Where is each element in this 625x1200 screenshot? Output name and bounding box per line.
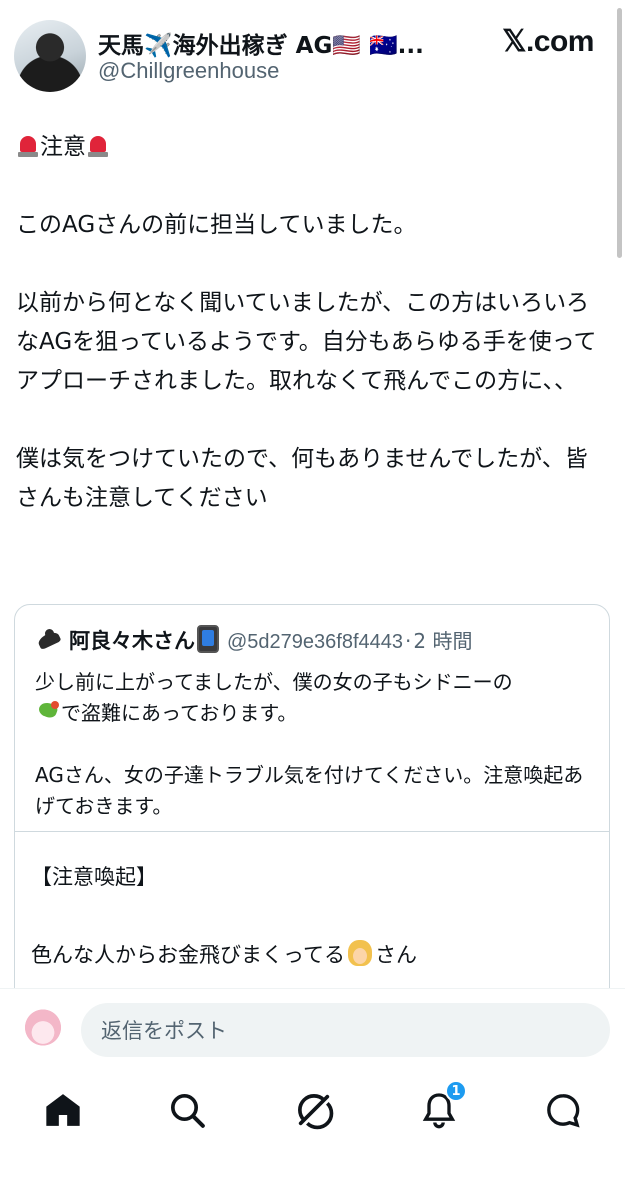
quote-header: 阿良々木さん @5d279e36f8f4443 · 2 時間: [35, 625, 472, 655]
phone-icon: [197, 625, 219, 653]
notifications-tab[interactable]: 1: [419, 1080, 467, 1130]
section-text-after: さん: [374, 943, 417, 967]
quote-timestamp: 2 時間: [413, 629, 473, 653]
woman-icon: [345, 938, 375, 968]
post-heading: 注意: [16, 128, 608, 167]
post-body: 注意 このAGさんの前に担当していました。 以前から何となく聞いていましたが、こ…: [16, 128, 608, 557]
siren-icon: [86, 134, 110, 158]
section-text-before: 色んな人からお金飛びまくってる: [31, 943, 345, 967]
reply-placeholder: 返信をポスト: [101, 1019, 227, 1043]
bottom-navigation: 1: [0, 1070, 625, 1200]
parrot-icon: [35, 699, 61, 725]
reply-bar: 返信をポスト: [0, 988, 625, 1070]
messages-icon: [547, 1094, 580, 1128]
post-paragraph: このAGさんの前に担当していました。: [16, 212, 417, 238]
quote-text-line: 少し前に上がってましたが、僕の女の子もシドニーの: [35, 670, 513, 694]
quote-author-handle: @5d279e36f8f4443: [227, 631, 404, 653]
grok-tab[interactable]: [294, 1090, 334, 1130]
search-icon: [171, 1094, 205, 1128]
quote-avatar-icon: [35, 626, 63, 654]
grok-icon: [298, 1094, 334, 1130]
separator-dot: ·: [405, 629, 412, 653]
reply-input[interactable]: 返信をポスト: [81, 1003, 610, 1057]
search-tab[interactable]: [167, 1090, 207, 1130]
messages-tab[interactable]: [543, 1090, 583, 1130]
quote-text: 少し前に上がってましたが、僕の女の子もシドニーの で盗難にあっております。 AG…: [35, 667, 595, 853]
home-tab[interactable]: [43, 1090, 83, 1130]
quote-text-line: で盗難にあっております。: [61, 701, 298, 725]
quote-section-text: 色んな人からお金飛びまくってる さん: [31, 940, 417, 967]
author-handle[interactable]: @Chillgreenhouse: [98, 58, 279, 84]
scrollbar[interactable]: [617, 8, 622, 258]
notification-badge: 1: [445, 1080, 467, 1102]
post-header: 天馬✈️海外出稼ぎ AG🇺🇸 🇦🇺... @Chillgreenhouse 𝕏.…: [14, 18, 594, 94]
siren-icon: [16, 134, 40, 158]
quote-section-heading: 【注意喚起】: [31, 865, 157, 889]
post-paragraph: 僕は気をつけていたので、何もありませんでしたが、皆さんも注意してください: [16, 446, 588, 511]
author-avatar[interactable]: [14, 20, 86, 92]
user-avatar[interactable]: [18, 1005, 68, 1055]
quote-paragraph: AGさん、女の子達トラブル気を付けてください。注意喚起あげておきます。: [35, 763, 584, 818]
quote-section: 【注意喚起】 色んな人からお金飛びまくってる さん: [31, 855, 601, 977]
divider: [15, 831, 609, 832]
quoted-post[interactable]: 阿良々木さん @5d279e36f8f4443 · 2 時間 少し前に上がってましたが…: [14, 604, 610, 1004]
quote-author-name: 阿良々木さん: [69, 629, 195, 653]
quote-paragraph: 少し前に上がってましたが、僕の女の子もシドニーの で盗難にあっております。: [35, 667, 595, 729]
author-name[interactable]: 天馬✈️海外出稼ぎ AG🇺🇸 🇦🇺...: [98, 26, 428, 60]
heading-text: 注意: [40, 134, 86, 160]
home-icon: [46, 1094, 80, 1126]
x-logo[interactable]: 𝕏.com: [502, 24, 594, 59]
post-paragraph: 以前から何となく聞いていましたが、この方はいろいろなAGを狙っているようです。自…: [16, 290, 597, 394]
